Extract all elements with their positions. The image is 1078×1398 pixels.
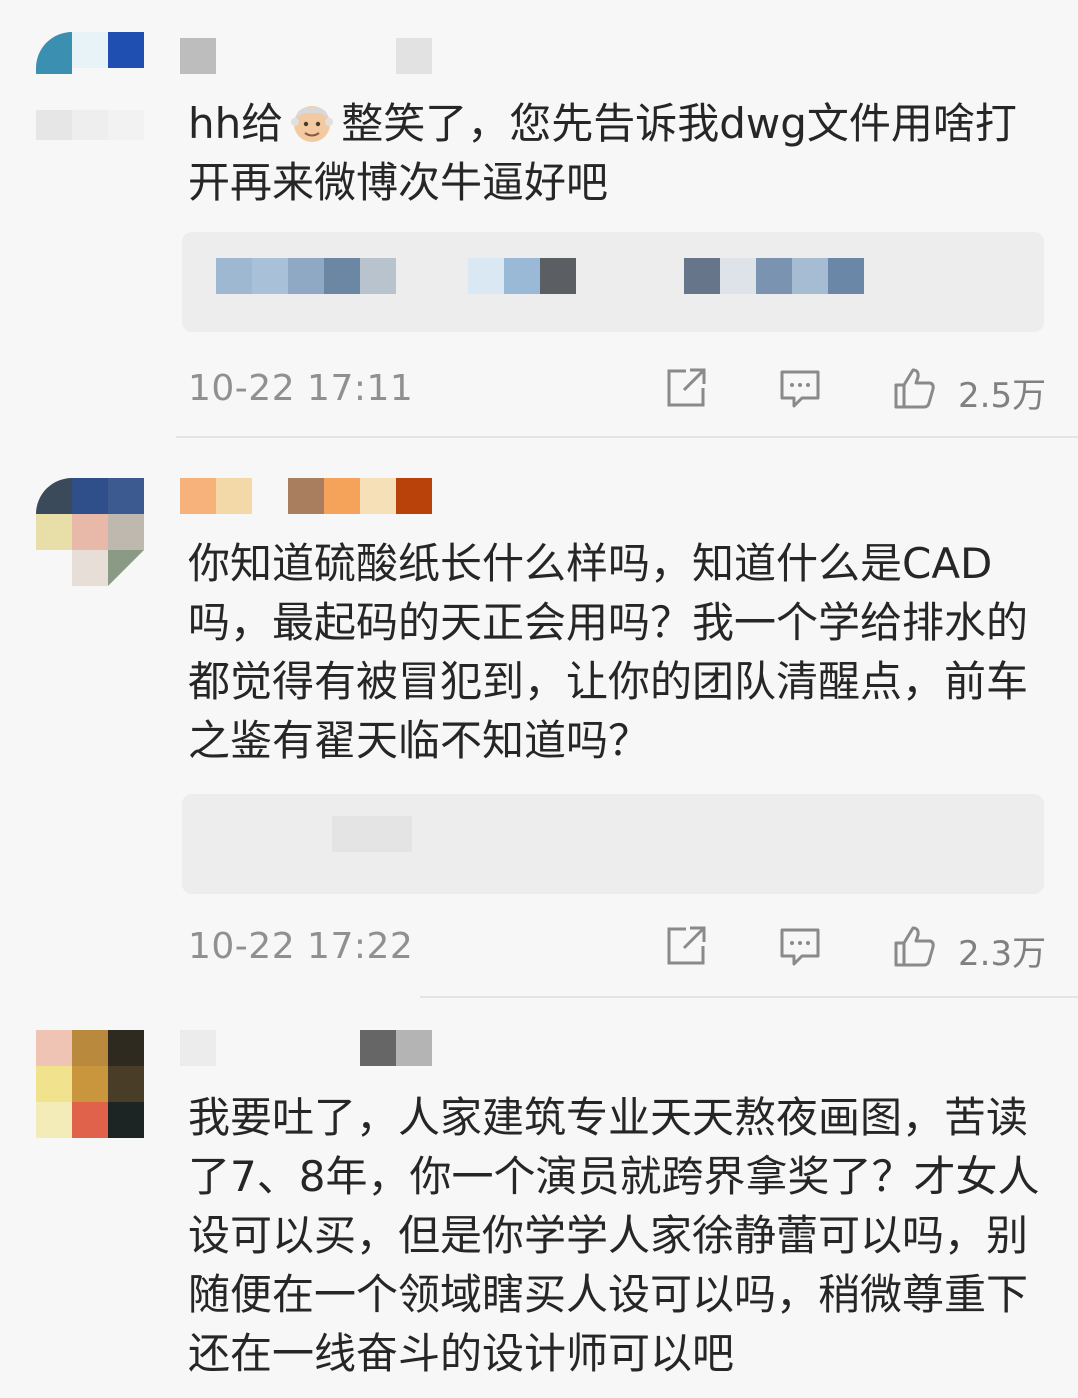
quoted-content[interactable] (182, 794, 1044, 894)
quoted-content[interactable] (182, 232, 1044, 332)
divider (176, 436, 1078, 438)
comment-footer: 10-22 17:22 2.3万 (188, 920, 1048, 976)
comment-icon[interactable] (778, 924, 822, 968)
comment-footer: 10-22 17:11 2.5万 (188, 362, 1048, 418)
quoted-text-blurred-3 (684, 258, 864, 294)
share-icon[interactable] (664, 924, 708, 968)
share-icon[interactable] (664, 366, 708, 410)
comment-text: 你知道硫酸纸长什么样吗，知道什么是CAD吗，最起码的天正会用吗？我一个学给排水的… (188, 539, 1029, 765)
avatar[interactable] (36, 1030, 144, 1138)
like-count: 2.5万 (958, 376, 1047, 416)
quoted-text-blurred (216, 258, 396, 294)
comment-2: 你知道硫酸纸长什么样吗，知道什么是CAD吗，最起码的天正会用吗？我一个学给排水的… (0, 440, 1078, 1000)
comment-1: hh给 整笑了，您先告诉我dwg文件用啥打开再来微博次牛逼好吧 10-22 17:… (0, 0, 1078, 440)
avatar[interactable] (36, 478, 144, 586)
comment-3: 我要吐了，人家建筑专业天天熬夜画图，苦读了7、8年，你一个演员就跨界拿奖了？才女… (0, 1000, 1078, 1398)
comment-icon[interactable] (778, 366, 822, 410)
username-blurred[interactable] (180, 1030, 432, 1066)
comment-text: 我要吐了，人家建筑专业天天熬夜画图，苦读了7、8年，你一个演员就跨界拿奖了？才女… (188, 1093, 1040, 1378)
comment-text: hh给 整笑了，您先告诉我dwg文件用啥打开再来微博次牛逼好吧 (188, 99, 1017, 207)
like-count: 2.3万 (958, 934, 1047, 974)
like-icon[interactable] (890, 924, 938, 968)
timestamp: 10-22 17:11 (188, 368, 414, 409)
like-icon[interactable] (890, 366, 938, 410)
username-blurred[interactable] (180, 38, 432, 74)
old-man-face-emoji (291, 106, 334, 142)
username-blurred[interactable] (180, 478, 432, 514)
quoted-text-blurred-2 (468, 258, 576, 294)
avatar[interactable] (36, 32, 144, 140)
quoted-text-blurred (332, 816, 412, 852)
timestamp: 10-22 17:22 (188, 926, 414, 967)
divider (420, 996, 1078, 998)
